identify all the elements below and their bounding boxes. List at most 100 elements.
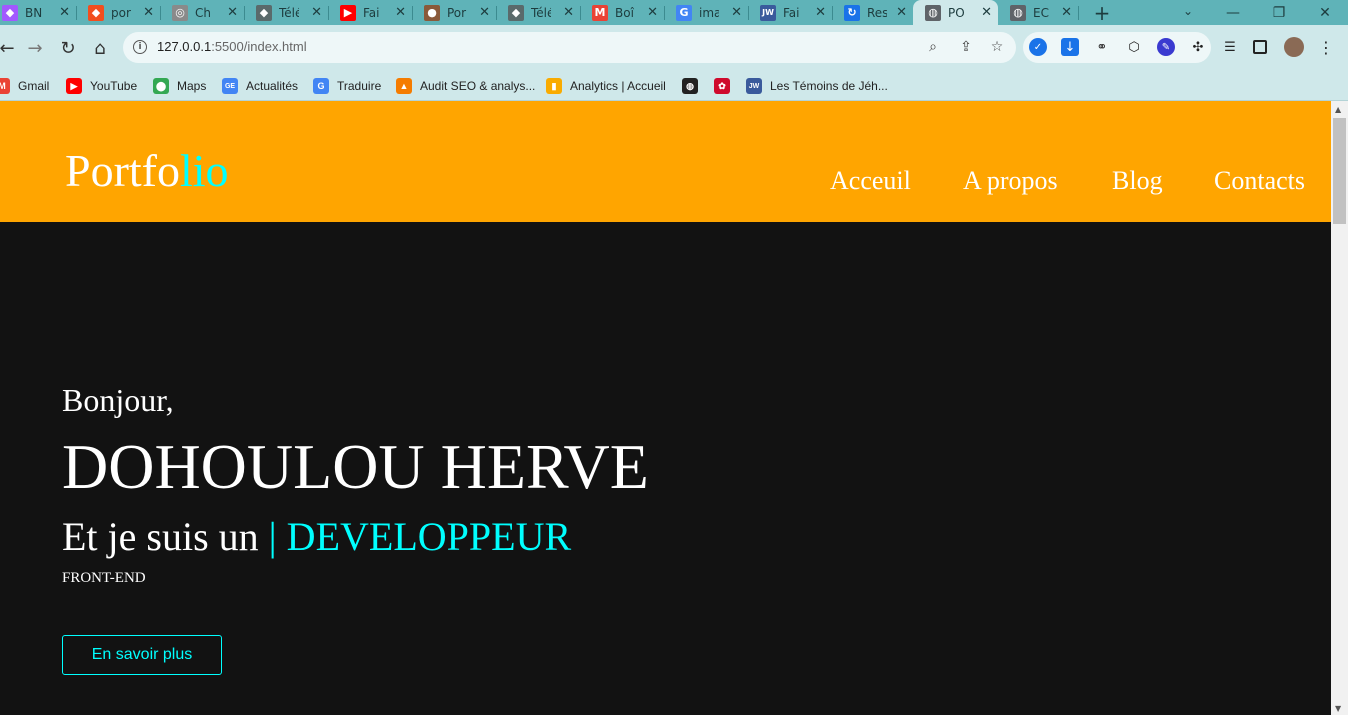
bookmark-label: Actualités (246, 79, 299, 93)
browser-tab[interactable]: ● Por ✕ (412, 0, 497, 25)
nav-link-contacts[interactable]: Contacts (1214, 166, 1305, 196)
close-tab-icon[interactable]: ✕ (815, 5, 826, 20)
browser-tab[interactable]: ◎ Ch ✕ (160, 0, 245, 25)
new-tab-button[interactable]: + (1090, 0, 1114, 25)
browser-toolbar: ← → ↻ ⌂ i 127.0.0.1:5500/index.html ⌕ ⇪ … (0, 25, 1348, 71)
hero-greeting: Bonjour, (62, 382, 174, 418)
tab-title: Fai (783, 5, 800, 20)
translate-icon: G (313, 78, 329, 94)
avatar-icon: ● (424, 4, 440, 21)
zoom-icon[interactable]: ⌕ (924, 38, 942, 56)
reload-icon[interactable]: ↻ (57, 37, 79, 59)
download-extension-icon[interactable]: ↓ (1061, 38, 1079, 56)
link-extension-icon[interactable]: ⚭ (1093, 38, 1111, 56)
tab-title: Fai (363, 5, 380, 20)
address-bar[interactable]: i 127.0.0.1:5500/index.html ⌕ ⇪ ☆ (123, 32, 1016, 63)
tab-title: ima (699, 5, 719, 20)
browser-tab[interactable]: ◆ Télé ✕ (244, 0, 329, 25)
jw-icon: JW (746, 78, 762, 94)
url-text[interactable]: 127.0.0.1:5500/index.html (157, 39, 307, 54)
tab-title: Por (447, 5, 467, 20)
bookmark-label: Gmail (18, 79, 50, 93)
puzzle-extensions-icon[interactable]: ✣ (1189, 38, 1207, 56)
close-tab-icon[interactable]: ✕ (896, 5, 907, 20)
nav-link-blog[interactable]: Blog (1112, 166, 1163, 196)
side-panel-icon[interactable] (1253, 40, 1267, 54)
close-tab-icon[interactable]: ✕ (395, 5, 406, 20)
browser-tab[interactable]: ◍ EC ✕ (998, 0, 1079, 25)
bookmark-item[interactable]: ◍ (682, 76, 706, 96)
seo-icon: ▲ (396, 78, 412, 94)
hero-role-subtitle: FRONT-END (62, 570, 146, 586)
browser-tab[interactable]: M Boî ✕ (580, 0, 665, 25)
bookmark-item[interactable]: GE Actualités (222, 76, 298, 96)
bookmark-item[interactable]: ▲ Audit SEO & analys... (396, 76, 535, 96)
minimize-icon[interactable]: — (1210, 0, 1256, 25)
close-tab-icon[interactable]: ✕ (143, 5, 154, 20)
tab-separator (1078, 6, 1079, 20)
scrollbar-thumb[interactable] (1333, 118, 1346, 224)
browser-tab[interactable]: Gima ✕ (664, 0, 749, 25)
bookmark-item[interactable]: G Traduire (313, 76, 381, 96)
close-tab-icon[interactable]: ✕ (647, 5, 658, 20)
bookmark-star-icon[interactable]: ☆ (988, 38, 1006, 56)
close-tab-icon[interactable]: ✕ (563, 5, 574, 20)
close-tab-icon[interactable]: ✕ (731, 5, 742, 20)
bookmark-label: Maps (177, 79, 207, 93)
share-icon[interactable]: ⇪ (957, 38, 975, 56)
huawei-icon: ✿ (714, 78, 730, 94)
close-tab-icon[interactable]: ✕ (311, 5, 322, 20)
nav-link-a-propos[interactable]: A propos (963, 166, 1058, 196)
forward-icon[interactable]: → (24, 37, 46, 59)
tab-title: Télé (531, 5, 551, 20)
site-info-icon[interactable]: i (133, 40, 147, 54)
close-tab-icon[interactable]: ✕ (981, 5, 992, 20)
scroll-up-icon[interactable]: ▲ (1335, 105, 1341, 114)
close-window-icon[interactable]: ✕ (1302, 0, 1348, 25)
bookmark-label: Traduire (337, 79, 382, 93)
site-logo[interactable]: Portfolio (65, 143, 229, 199)
bookmark-item[interactable]: ▶ YouTube (66, 76, 137, 96)
hexagon-extension-icon[interactable]: ⬡ (1125, 38, 1143, 56)
site-header: Portfolio Acceuil A propos Blog Contacts (0, 101, 1331, 222)
page-scrollbar[interactable]: ▲ ▼ (1331, 101, 1348, 715)
figma-icon: ◆ (88, 4, 104, 21)
close-tab-icon[interactable]: ✕ (227, 5, 238, 20)
figma-icon: ◆ (2, 4, 18, 21)
close-tab-icon[interactable]: ✕ (59, 5, 70, 20)
graduation-icon: ◆ (256, 4, 272, 21)
browser-tab[interactable]: ◆ BN ✕ (0, 0, 77, 25)
tab-strip: ◆ BN ✕ ◆ por ✕ ◎ Ch ✕ ◆ Télé ✕ ▶ Fai ✕ ● Por ✕ ◆ Télé ✕ M Boî ✕… (0, 0, 1348, 25)
browser-tab[interactable]: JW Fai ✕ (748, 0, 833, 25)
tab-title: BN (25, 5, 43, 20)
tab-title: PO (948, 5, 965, 20)
nav-link-acceuil[interactable]: Acceuil (830, 166, 911, 196)
gmail-icon: M (592, 4, 608, 21)
home-icon[interactable]: ⌂ (89, 37, 111, 59)
browser-tab[interactable]: ◍ PO ✕ (913, 0, 998, 25)
restore-icon[interactable]: ❐ (1256, 0, 1302, 25)
extension-check-icon[interactable]: ✓ (1029, 38, 1047, 56)
browser-tab[interactable]: ◆ Télé ✕ (496, 0, 581, 25)
pen-extension-icon[interactable]: ✎ (1157, 38, 1175, 56)
close-tab-icon[interactable]: ✕ (1061, 5, 1072, 20)
bookmarks-bar: M Gmail ▶ YouTube ⬤ Maps GE Actualités G Traduire… (0, 71, 1348, 101)
tab-title: Ch (195, 5, 211, 20)
bookmark-item[interactable]: ▮ Analytics | Accueil (546, 76, 666, 96)
bookmark-item[interactable]: JW Les Témoins de Jéh... (746, 76, 888, 96)
learn-more-button[interactable]: En savoir plus (62, 635, 222, 675)
refresh-icon: ↻ (844, 4, 860, 21)
scroll-down-icon[interactable]: ▼ (1335, 704, 1341, 713)
close-tab-icon[interactable]: ✕ (479, 5, 490, 20)
browser-tab[interactable]: ▶ Fai ✕ (328, 0, 413, 25)
tab-search-icon[interactable]: ⌄ (1178, 0, 1198, 22)
browser-tab[interactable]: ◆ por ✕ (76, 0, 161, 25)
bookmark-item[interactable]: M Gmail (0, 76, 49, 96)
menu-dots-icon[interactable]: ⋮ (1317, 38, 1335, 57)
bookmark-item[interactable]: ✿ (714, 76, 738, 96)
bookmark-item[interactable]: ⬤ Maps (153, 76, 206, 96)
media-controls-icon[interactable]: ☰ (1221, 38, 1239, 56)
profile-avatar[interactable] (1284, 37, 1304, 57)
browser-tab[interactable]: ↻ Res ✕ (832, 0, 914, 25)
back-icon[interactable]: ← (0, 37, 18, 59)
